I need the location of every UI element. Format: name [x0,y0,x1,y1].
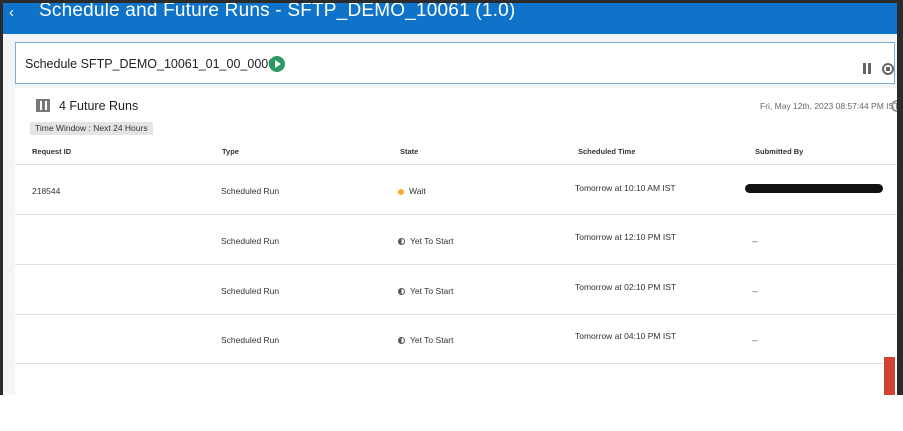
back-arrow-icon[interactable]: ‹ [9,5,14,21]
table-row[interactable]: Scheduled Run Yet To Start Tomorrow at 0… [15,314,897,364]
state-cell: Wait [398,186,426,196]
column-header-scheduled-time[interactable]: Scheduled Time [578,147,635,156]
page-title: Schedule and Future Runs - SFTP_DEMO_100… [39,3,516,21]
half-circle-icon [398,337,405,344]
app-header: ‹ Schedule and Future Runs - SFTP_DEMO_1… [3,3,897,34]
column-header-state[interactable]: State [400,147,418,156]
wait-dot-icon [398,189,404,195]
table-row[interactable]: Scheduled Run Yet To Start Tomorrow at 0… [15,265,897,315]
redacted-submitter [745,184,883,193]
type-cell: Scheduled Run [221,286,280,296]
scheduled-time-cell: Tomorrow at 02:10 PM IST [575,282,677,292]
state-label: Yet To Start [410,335,454,345]
state-cell: Yet To Start [398,236,453,246]
type-cell: Scheduled Run [221,236,280,246]
filter-icon[interactable] [36,99,50,112]
column-header-type[interactable]: Type [222,147,239,156]
time-window-badge: Time Window : Next 24 Hours [30,122,153,135]
state-label: Yet To Start [410,236,454,246]
type-cell: Scheduled Run [221,335,280,345]
current-time: Fri, May 12th, 2023 08:57:44 PM IST [760,101,897,111]
state-label: Wait [409,186,426,196]
half-circle-icon [398,288,405,295]
scheduled-time-cell: Tomorrow at 10:10 AM IST [575,183,676,193]
table-row[interactable]: Scheduled Run Yet To Start Tomorrow at 1… [15,215,897,265]
column-header-submitted-by[interactable]: Submitted By [755,147,803,156]
app-window: ‹ Schedule and Future Runs - SFTP_DEMO_1… [3,3,897,395]
future-runs-section: 4 Future Runs Fri, May 12th, 2023 08:57:… [15,88,897,395]
scroll-marker[interactable] [884,357,895,395]
type-cell: Scheduled Run [221,186,280,196]
future-runs-title: 4 Future Runs [59,99,139,113]
play-icon[interactable] [269,56,285,72]
half-circle-icon [398,238,405,245]
scheduled-time-cell: Tomorrow at 12:10 PM IST [575,232,677,242]
bottom-strip [0,395,903,431]
submitted-by-cell: -- [752,236,758,246]
submitted-by-cell: -- [752,335,758,345]
schedule-panel: Schedule SFTP_DEMO_10061_01_00_0000 ⋮ [15,42,895,84]
pause-icon[interactable] [863,63,871,74]
schedule-name: Schedule SFTP_DEMO_10061_01_00_0000 [25,57,276,71]
request-id-cell: 218544 [32,186,61,196]
state-cell: Yet To Start [398,286,453,296]
state-cell: Yet To Start [398,335,453,345]
refresh-icon[interactable] [891,100,897,112]
submitted-by-cell: -- [752,286,758,296]
column-header-request-id[interactable]: Request ID [32,147,71,156]
state-label: Yet To Start [410,286,454,296]
scheduled-time-cell: Tomorrow at 04:10 PM IST [575,331,677,341]
table-row[interactable]: 218544 Scheduled Run Wait Tomorrow at 10… [15,165,897,215]
stop-icon[interactable] [882,63,894,75]
